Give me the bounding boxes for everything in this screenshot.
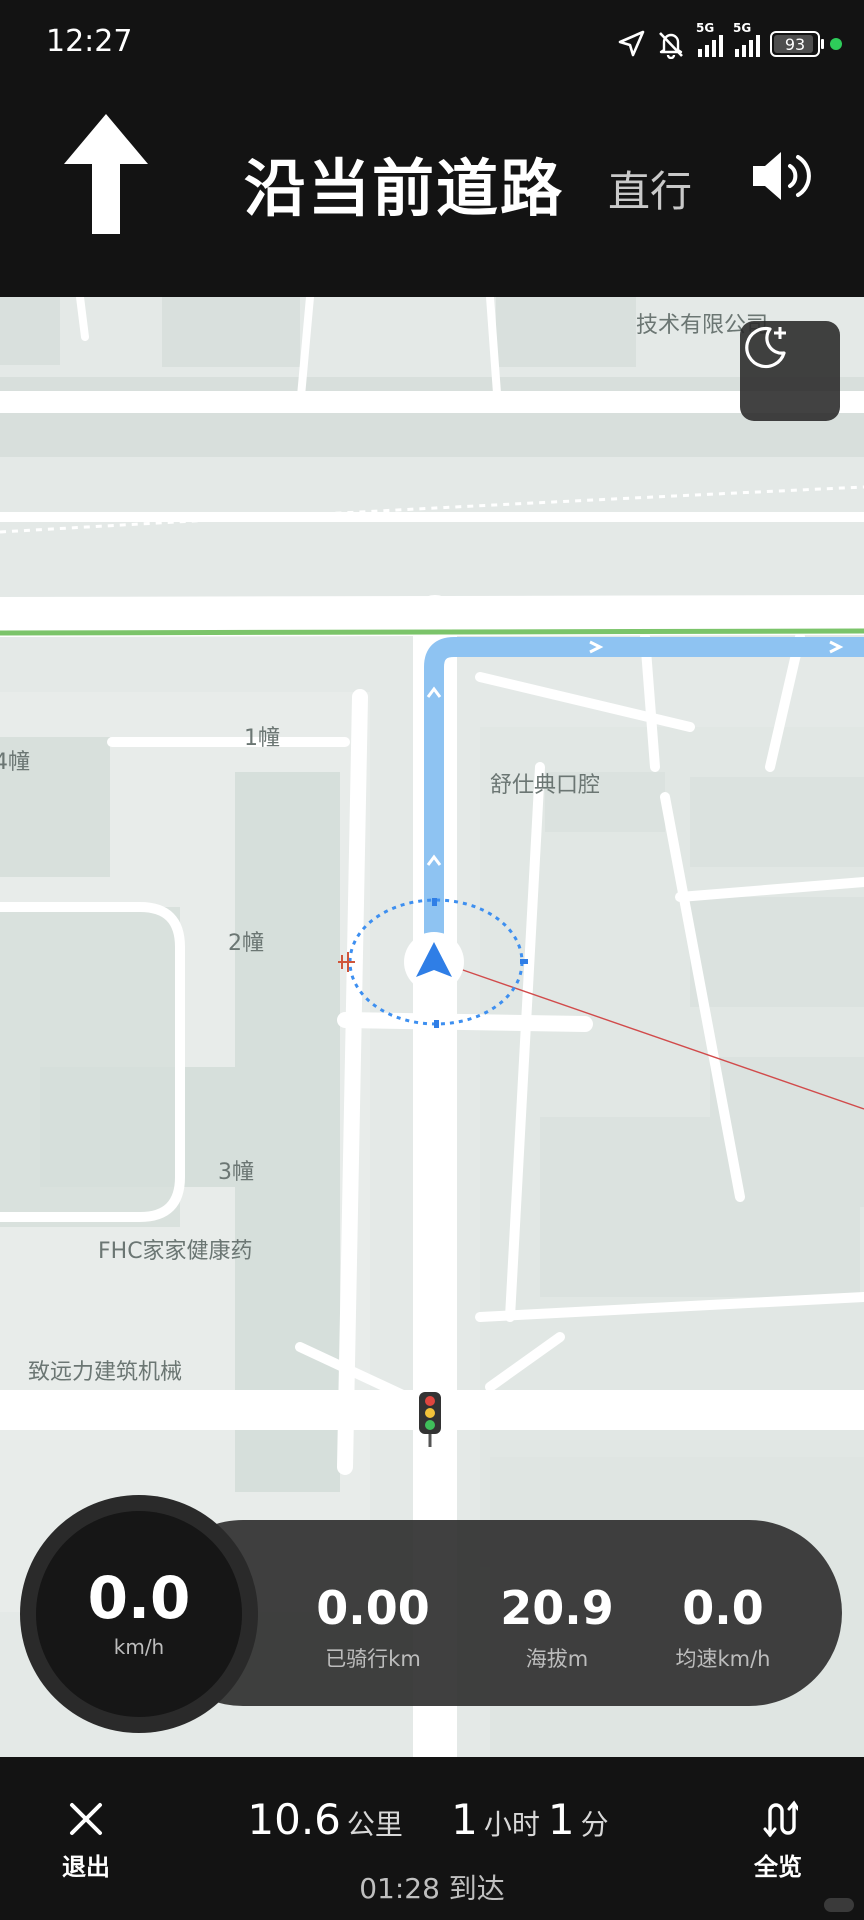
stat-avg-speed-value: 0.0 xyxy=(682,1581,764,1635)
remaining-minutes: 1 xyxy=(547,1795,575,1844)
map-label-pharmacy: FHC家家健康药 xyxy=(98,1239,253,1264)
status-icons: 5G 5G 93 xyxy=(616,21,842,64)
signal-icon: 5G xyxy=(696,21,723,57)
stat-distance-label: 已骑行km xyxy=(325,1647,421,1671)
battery-icon: 93 xyxy=(770,31,824,57)
remaining-hours: 1 xyxy=(451,1795,478,1844)
speed-unit: km/h xyxy=(113,1635,165,1659)
overview-label: 全览 xyxy=(754,1853,802,1881)
stat-distance: 0.00 已骑行km xyxy=(288,1585,458,1673)
navigation-header: 12:27 5G 5G 93 沿当前道路 直行 xyxy=(0,0,864,297)
arrow-up-icon xyxy=(64,114,148,234)
remaining-hours-unit: 小时 xyxy=(483,1808,540,1841)
arrival-info: 01:28 到达 xyxy=(0,1867,864,1907)
remaining-minutes-unit: 分 xyxy=(580,1808,609,1841)
current-speed: 0.0 xyxy=(87,1564,191,1632)
location-arrow-icon xyxy=(618,30,645,57)
map-label-clinic: 舒仕典口腔 xyxy=(490,773,601,798)
stat-altitude-value: 20.9 xyxy=(500,1581,614,1635)
status-time: 12:27 xyxy=(46,24,133,59)
trip-remaining: 10.6 公里 1 小时 1 分 xyxy=(0,1795,864,1844)
bell-muted-icon xyxy=(659,32,683,59)
trip-bottom-bar: 退出 10.6 公里 1 小时 1 分 01:28 到达 全览 xyxy=(0,1757,864,1920)
signal-icon: 5G xyxy=(733,21,760,57)
arrival-time: 01:28 xyxy=(359,1872,440,1905)
night-mode-button[interactable] xyxy=(740,321,840,421)
watermark-badge xyxy=(824,1898,854,1912)
instruction-action: 直行 xyxy=(608,167,693,216)
map-label-building-2: 2幢 xyxy=(228,931,264,956)
stat-distance-value: 0.00 xyxy=(316,1581,430,1635)
arrival-suffix: 到达 xyxy=(448,1872,505,1905)
speedometer: 0.0 km/h xyxy=(20,1495,258,1733)
map-label-machinery: 致远力建筑机械 xyxy=(28,1360,183,1385)
stat-altitude-label: 海拔m xyxy=(525,1647,589,1671)
instruction-text: 沿当前道路 xyxy=(244,152,565,225)
speed-dashboard: 0.0 km/h 0.00 已骑行km 20.9 海拔m 0.0 均速km/h xyxy=(20,1495,842,1733)
speaker-icon[interactable] xyxy=(750,148,816,204)
moon-plus-icon xyxy=(745,326,786,369)
route-overview-icon xyxy=(763,1800,800,1838)
network-type-1: 5G xyxy=(696,21,715,35)
map-label-building-3: 3幢 xyxy=(218,1160,254,1185)
speedometer-core: 0.0 km/h xyxy=(36,1511,242,1717)
battery-level: 93 xyxy=(784,34,806,54)
stat-altitude: 20.9 海拔m xyxy=(472,1585,642,1673)
overview-button[interactable]: 全览 xyxy=(742,1799,814,1882)
network-type-2: 5G xyxy=(733,21,752,35)
stat-avg-speed: 0.0 均速km/h xyxy=(638,1585,808,1673)
map-label-building-1: 1幢 xyxy=(244,726,280,751)
map-label-building-4: 4幢 xyxy=(0,750,30,775)
remaining-distance: 10.6 xyxy=(247,1795,341,1844)
stat-avg-speed-label: 均速km/h xyxy=(675,1647,771,1671)
active-dot-icon xyxy=(830,38,842,50)
remaining-distance-unit: 公里 xyxy=(346,1808,403,1841)
